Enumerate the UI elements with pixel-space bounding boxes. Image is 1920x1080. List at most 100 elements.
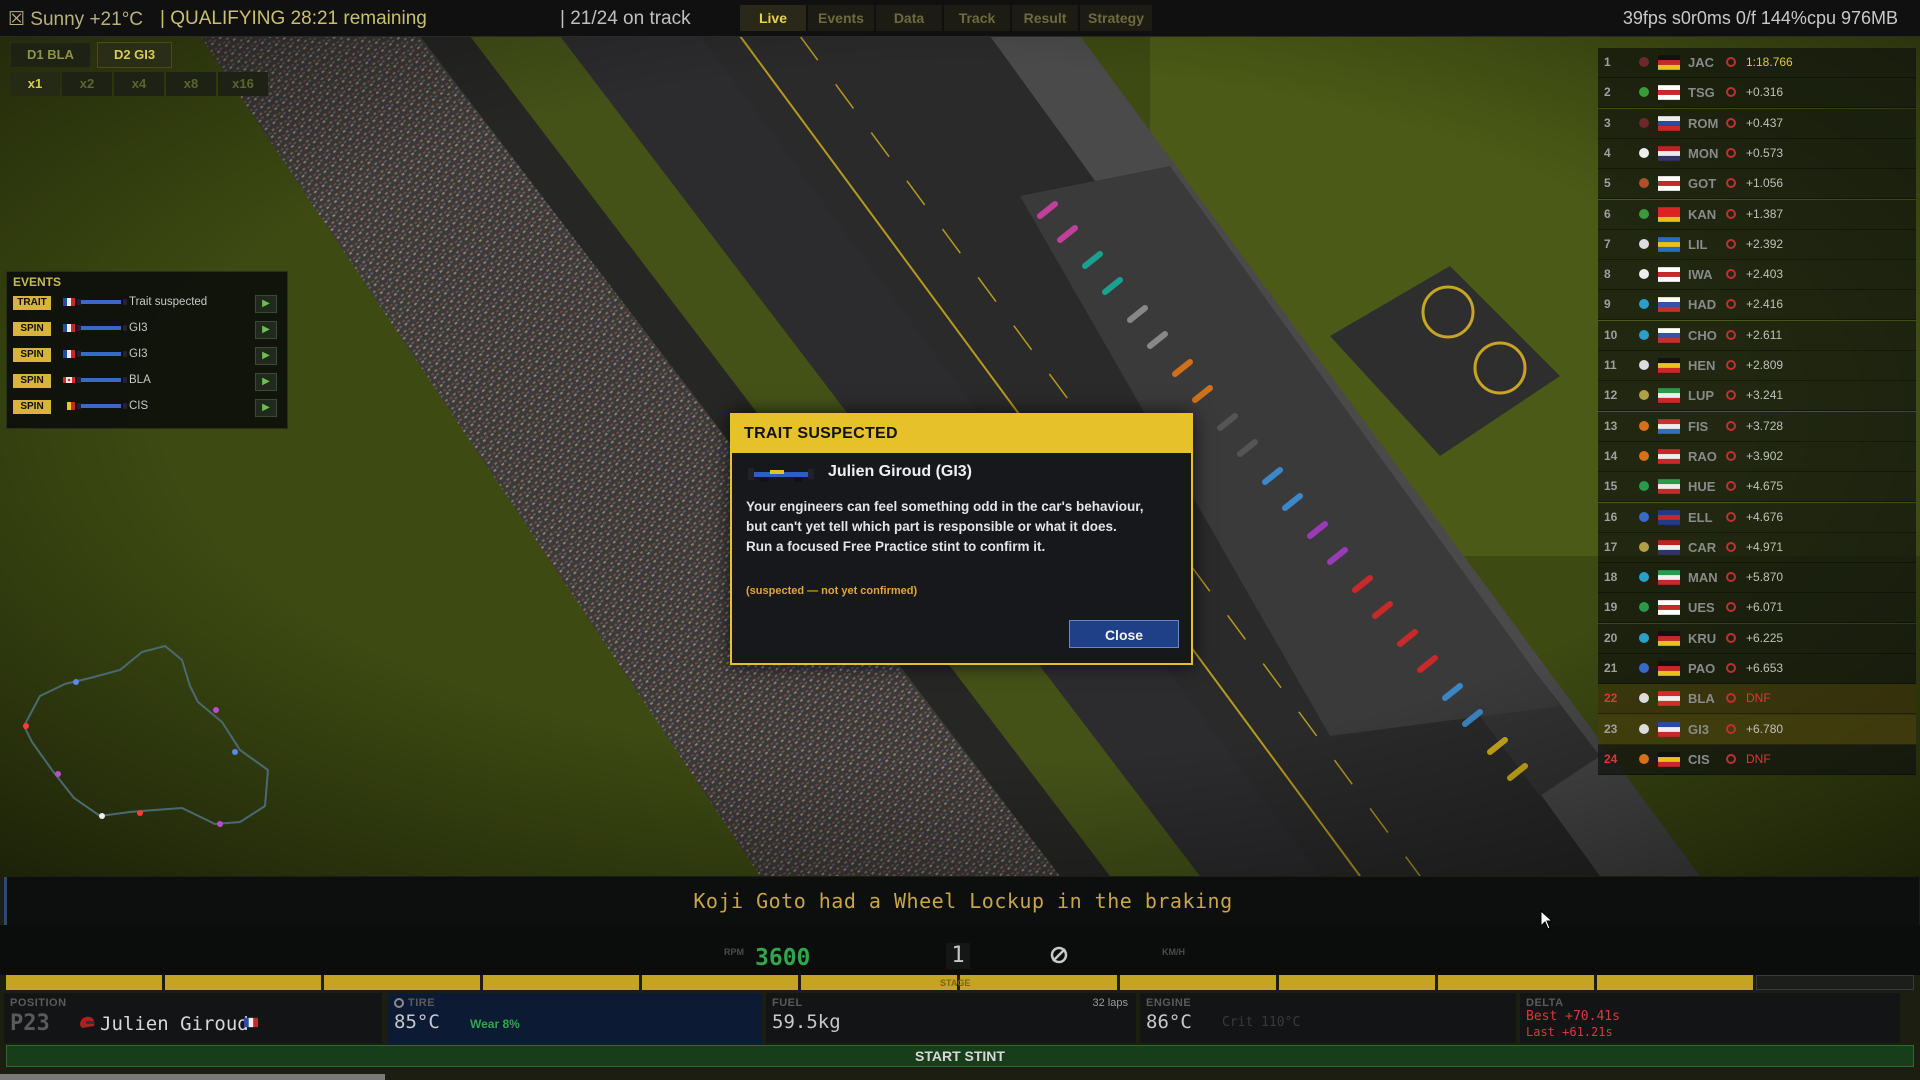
gap-time: +4.676 bbox=[1746, 509, 1784, 524]
helmet-icon bbox=[80, 1016, 95, 1028]
event-row[interactable]: SPIN CIS ▶ bbox=[11, 396, 283, 418]
engine-box: ENGINE 86°C Crit 110°C bbox=[1140, 993, 1516, 1043]
play-replay-icon[interactable]: ▶ bbox=[255, 347, 277, 365]
play-replay-icon[interactable]: ▶ bbox=[255, 321, 277, 339]
speed-x1-button[interactable]: x1 bbox=[10, 72, 60, 96]
tab-data[interactable]: Data bbox=[876, 5, 942, 31]
standings-row[interactable]: 20 KRU +6.225 bbox=[1598, 623, 1916, 654]
event-row[interactable]: TRAIT Trait suspected ▶ bbox=[11, 292, 283, 314]
flag-icon bbox=[1658, 236, 1680, 252]
trait-icon bbox=[1639, 693, 1649, 704]
speed-null-icon bbox=[1050, 946, 1068, 964]
driver-code: UES bbox=[1688, 600, 1715, 616]
standings-row[interactable]: 16 ELL +4.676 bbox=[1598, 502, 1916, 533]
camera-driver-2-button[interactable]: D2 GI3 bbox=[96, 42, 173, 68]
standings-row[interactable]: 17 CAR +4.971 bbox=[1598, 532, 1916, 563]
standings-row[interactable]: 6 KAN +1.387 bbox=[1598, 199, 1916, 230]
standings-row[interactable]: 15 HUE +4.675 bbox=[1598, 472, 1916, 503]
event-row[interactable]: SPIN GI3 ▶ bbox=[11, 318, 283, 340]
standings-row[interactable]: 8 IWA +2.403 bbox=[1598, 260, 1916, 291]
standings-position: 12 bbox=[1604, 388, 1618, 403]
progress-segment bbox=[801, 975, 958, 990]
tab-events[interactable]: Events bbox=[808, 5, 874, 31]
gap-time: +0.573 bbox=[1746, 145, 1784, 160]
standings-row[interactable]: 9 HAD +2.416 bbox=[1598, 290, 1916, 321]
standings-row[interactable]: 14 RAO +3.902 bbox=[1598, 441, 1916, 472]
standings-row[interactable]: 24 CIS DNF bbox=[1598, 744, 1916, 775]
standings-position: 11 bbox=[1604, 358, 1617, 372]
standings-row[interactable]: 7 LIL +2.392 bbox=[1598, 229, 1916, 260]
play-replay-icon[interactable]: ▶ bbox=[255, 399, 277, 417]
telemetry-gauges: RPM 3600 1 KM/H bbox=[0, 925, 1920, 975]
flag-icon bbox=[1658, 752, 1680, 767]
standings-position: 14 bbox=[1604, 448, 1618, 463]
event-tag: SPIN bbox=[13, 374, 51, 388]
standings-position: 5 bbox=[1604, 176, 1611, 191]
standings-row[interactable]: 5 GOT +1.056 bbox=[1598, 169, 1916, 200]
standings-row[interactable]: 10 CHO +2.611 bbox=[1598, 320, 1916, 351]
event-text: CIS bbox=[129, 400, 149, 412]
standings-position: 13 bbox=[1604, 418, 1618, 433]
trait-icon bbox=[1639, 420, 1649, 431]
trait-icon bbox=[1639, 723, 1649, 734]
standings-row[interactable]: 13 FIS +3.728 bbox=[1598, 411, 1916, 442]
events-title: EVENTS bbox=[13, 275, 62, 289]
driver-code: PAO bbox=[1688, 661, 1716, 676]
standings-row[interactable]: 12 LUP +3.241 bbox=[1598, 381, 1916, 412]
top-status-bar: ☒ Sunny +21°C | QUALIFYING 28:21 remaini… bbox=[0, 0, 1920, 37]
driver-code: CAR bbox=[1688, 539, 1717, 555]
standings-row[interactable]: 1 JAC 1:18.766 bbox=[1598, 48, 1916, 78]
play-replay-icon[interactable]: ▶ bbox=[255, 295, 277, 313]
gap-time: +3.902 bbox=[1746, 448, 1784, 463]
standings-row[interactable]: 3 ROM +0.437 bbox=[1598, 108, 1916, 139]
speed-x2-button[interactable]: x2 bbox=[62, 72, 112, 96]
flag-icon bbox=[1658, 297, 1680, 313]
tab-strategy[interactable]: Strategy bbox=[1080, 5, 1153, 31]
progress-segment bbox=[6, 975, 163, 990]
cars-on-track: | 21/24 on track bbox=[560, 8, 691, 29]
gap-time: +6.071 bbox=[1746, 600, 1784, 615]
speed-x4-button[interactable]: x4 bbox=[114, 72, 164, 96]
play-replay-icon[interactable]: ▶ bbox=[255, 373, 277, 391]
trait-icon bbox=[1639, 390, 1649, 401]
tab-track[interactable]: Track bbox=[944, 5, 1010, 31]
speed-x16-button[interactable]: x16 bbox=[218, 72, 268, 96]
tyre-compound-icon bbox=[1726, 420, 1736, 431]
driver-code: HUE bbox=[1688, 479, 1716, 495]
standings-row[interactable]: 4 MON +0.573 bbox=[1598, 138, 1916, 169]
standings-row[interactable]: 2 TSG +0.316 bbox=[1598, 78, 1916, 109]
gap-time: +0.437 bbox=[1746, 115, 1784, 130]
standings-row[interactable]: 11 HEN +2.809 bbox=[1598, 351, 1916, 381]
gap-time: +2.403 bbox=[1746, 267, 1784, 282]
event-tag: TRAIT bbox=[13, 296, 51, 310]
engine-crit-temp: Crit 110°C bbox=[1222, 1015, 1301, 1030]
standings-row[interactable]: 21 PAO +6.653 bbox=[1598, 654, 1916, 684]
tab-live[interactable]: Live bbox=[740, 5, 806, 31]
event-row[interactable]: SPIN BLA ▶ bbox=[11, 370, 283, 392]
standings-position: 8 bbox=[1604, 267, 1611, 282]
start-stint-button[interactable]: START STINT bbox=[6, 1045, 1914, 1067]
position-value: P23 bbox=[10, 1011, 50, 1036]
close-button[interactable]: Close bbox=[1069, 620, 1179, 648]
standings-row[interactable]: 22 BLA DNF bbox=[1598, 684, 1916, 715]
car-livery-icon bbox=[748, 468, 814, 482]
tyre-compound-icon bbox=[1726, 450, 1736, 461]
event-row[interactable]: SPIN GI3 ▶ bbox=[11, 344, 283, 366]
driver-code: HAD bbox=[1688, 297, 1717, 313]
standings-tower: 1 JAC 1:18.766 2 TSG +0.316 3 ROM +0.437 4 MON +0.5… bbox=[1598, 48, 1916, 778]
camera-driver-buttons: D1 BLA D2 GI3 bbox=[10, 42, 173, 68]
tab-result[interactable]: Result bbox=[1012, 5, 1078, 31]
speed-x8-button[interactable]: x8 bbox=[166, 72, 216, 96]
camera-driver-1-button[interactable]: D1 BLA bbox=[10, 42, 91, 68]
flag-icon bbox=[1658, 146, 1680, 161]
standings-row[interactable]: 18 MAN +5.870 bbox=[1598, 563, 1916, 594]
tyre-compound-icon bbox=[1726, 238, 1736, 249]
standings-row[interactable]: 19 UES +6.071 bbox=[1598, 593, 1916, 624]
progress-segment bbox=[960, 975, 1117, 990]
driver-code: CIS bbox=[1688, 751, 1710, 767]
tyre-compound-icon bbox=[1726, 753, 1736, 764]
standings-row[interactable]: 23 GI3 +6.780 bbox=[1598, 714, 1916, 745]
track-minimap[interactable] bbox=[10, 630, 280, 830]
tire-wear: Wear 8% bbox=[470, 1017, 520, 1031]
standings-position: 6 bbox=[1604, 206, 1611, 221]
